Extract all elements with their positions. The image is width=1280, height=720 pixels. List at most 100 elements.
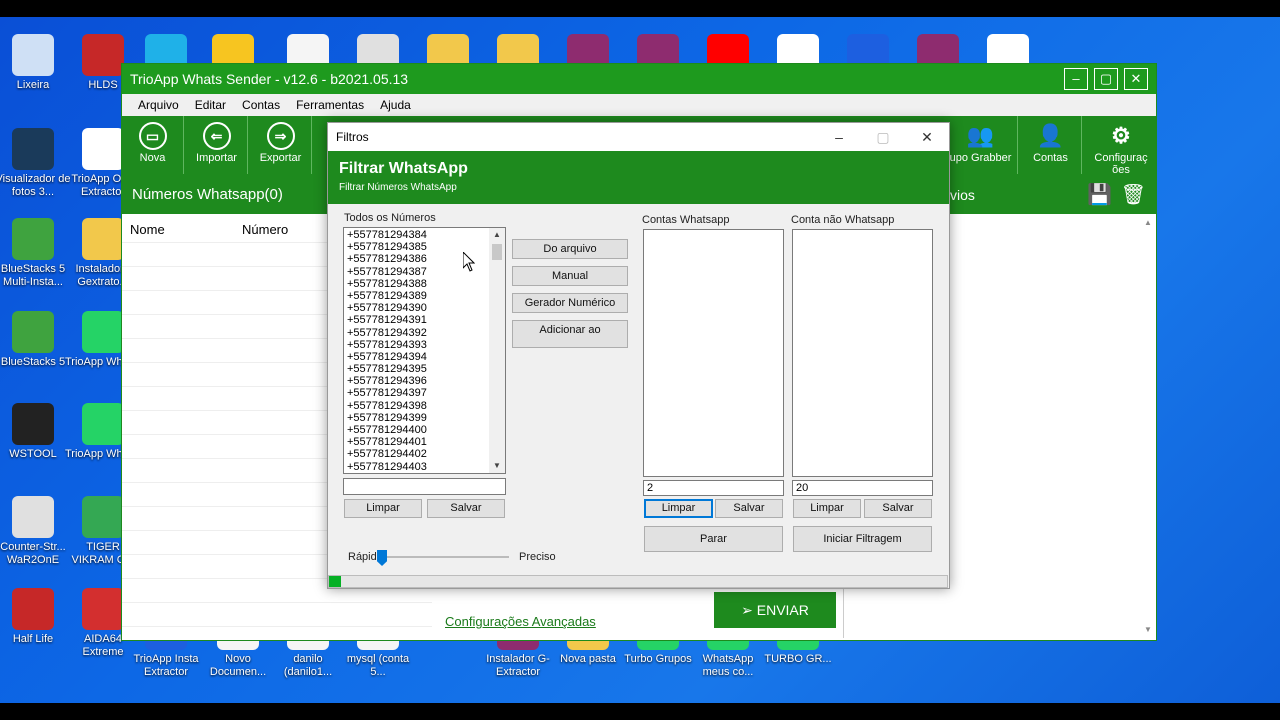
all-numbers-list[interactable]: +557781294384 +557781294385 +557781294386 +…: [343, 227, 506, 474]
olx-icon: [82, 128, 124, 170]
limpar-non-whatsapp-button[interactable]: Limpar: [793, 499, 861, 518]
gerador-numerico-button[interactable]: Gerador Numérico: [512, 293, 628, 313]
number-list-item[interactable]: +557781294391: [344, 314, 505, 326]
new-file-icon: ▭: [138, 122, 167, 150]
advanced-settings-link[interactable]: Configurações Avançadas: [445, 614, 596, 629]
desktop-icon-label: Counter-Str... WaR2OnE: [0, 541, 66, 566]
add-user-icon: 👤: [1036, 123, 1065, 148]
number-list-item[interactable]: +557781294386: [344, 253, 505, 265]
grupo-grabber-button[interactable]: 👥 upo Grabber: [944, 116, 1018, 174]
desktop-icon-label: BlueStacks 5 Multi-Insta...: [0, 263, 66, 288]
configuracoes-button[interactable]: ⚙ Configuraç ões: [1086, 116, 1156, 176]
exportar-button[interactable]: ⇒ Exportar: [250, 116, 312, 174]
dialog-header-subtitle: Filtrar Números WhatsApp: [339, 182, 457, 193]
desktop-icon[interactable]: BlueStacks 5 Multi-Insta...: [0, 218, 72, 289]
desktop-icon[interactable]: Lixeira: [0, 34, 72, 92]
desktop-icon[interactable]: WSTOOL: [0, 403, 72, 461]
whatsapp-accounts-list[interactable]: [643, 229, 784, 477]
iniciar-filtragem-button[interactable]: Iniciar Filtragem: [793, 526, 932, 552]
scroll-down-icon[interactable]: ▼: [1142, 625, 1154, 634]
manual-button[interactable]: Manual: [512, 266, 628, 286]
number-list-item[interactable]: +557781294395: [344, 363, 505, 375]
minimize-button[interactable]: –: [1064, 68, 1088, 90]
do-arquivo-button[interactable]: Do arquivo: [512, 239, 628, 259]
desktop-icon-label: Nova pasta: [560, 653, 616, 665]
close-button[interactable]: ✕: [1124, 68, 1148, 90]
col-nome[interactable]: Nome: [130, 222, 165, 237]
number-list-item[interactable]: +557781294401: [344, 436, 505, 448]
non-whatsapp-list[interactable]: [792, 229, 933, 477]
contas-button[interactable]: 👤 Contas: [1020, 116, 1082, 174]
desktop-icon-label: danilo (danilo1...: [283, 653, 333, 678]
number-list-item[interactable]: +557781294400: [344, 424, 505, 436]
number-list-item[interactable]: +557781294392: [344, 327, 505, 339]
maximize-button[interactable]: ▢: [1094, 68, 1118, 90]
dialog-close-button[interactable]: ✕: [905, 123, 949, 151]
menu-editar[interactable]: Editar: [187, 98, 234, 112]
number-list-item[interactable]: +557781294403: [344, 461, 505, 473]
number-list-item[interactable]: +557781294388: [344, 278, 505, 290]
dialog-title-bar: Filtros – ▢ ✕: [328, 123, 949, 151]
number-list-item[interactable]: +557781294385: [344, 241, 505, 253]
app-title: TrioApp Whats Sender - v12.6 - b2021.05.…: [130, 71, 409, 87]
number-list-item[interactable]: +557781294398: [344, 400, 505, 412]
all-numbers-count-field[interactable]: [343, 478, 506, 495]
non-whatsapp-label: Conta não Whatsapp: [791, 214, 895, 226]
import-icon: ⇐: [202, 122, 231, 150]
number-list-item[interactable]: +557781294389: [344, 290, 505, 302]
menu-ajuda[interactable]: Ajuda: [372, 98, 419, 112]
save-icon[interactable]: 💾: [1087, 176, 1112, 214]
non-whatsapp-count-field[interactable]: 20: [792, 480, 933, 496]
whatsapp-count-field[interactable]: 2: [643, 480, 784, 496]
nova-label: Nova: [139, 152, 166, 164]
desktop-icon[interactable]: Half Life: [0, 588, 72, 646]
dialog-maximize-button[interactable]: ▢: [861, 123, 905, 151]
contas-label: Contas: [1033, 152, 1068, 164]
scroll-up-icon[interactable]: ▲: [489, 228, 505, 242]
message-scrollbar[interactable]: ▲ ▼: [1142, 218, 1154, 634]
scroll-up-icon[interactable]: ▲: [1142, 218, 1154, 227]
col-numero[interactable]: Número: [242, 222, 288, 237]
number-list-item[interactable]: +557781294396: [344, 375, 505, 387]
filter-progress-fill: [329, 576, 342, 587]
all-numbers-scrollbar[interactable]: ▲ ▼: [489, 228, 505, 473]
salvar-all-button[interactable]: Salvar: [427, 499, 505, 518]
parar-button[interactable]: Parar: [644, 526, 783, 552]
speed-slider-track[interactable]: [383, 556, 509, 558]
send-label: ENVIAR: [756, 602, 809, 618]
number-list-item[interactable]: +557781294384: [344, 229, 505, 241]
limpar-all-button[interactable]: Limpar: [344, 499, 422, 518]
trash-icon[interactable]: 🗑: [1121, 176, 1146, 214]
desktop-icon-label: Novo Documen...: [209, 653, 267, 678]
limpar-whatsapp-button[interactable]: Limpar: [644, 499, 713, 518]
menu-arquivo[interactable]: Arquivo: [130, 98, 187, 112]
importar-button[interactable]: ⇐ Importar: [186, 116, 248, 174]
scroll-thumb[interactable]: [492, 244, 502, 260]
number-list-item[interactable]: +557781294390: [344, 302, 505, 314]
number-list-item[interactable]: +557781294387: [344, 266, 505, 278]
folder-icon: [82, 218, 124, 260]
nova-button[interactable]: ▭ Nova: [122, 116, 184, 174]
gear-icon: ⚙: [1111, 123, 1131, 148]
right-header-label: vios: [950, 187, 975, 203]
desktop-icon[interactable]: Visualizador de fotos 3...: [0, 128, 72, 199]
menu-contas[interactable]: Contas: [234, 98, 288, 112]
wstool-icon: [12, 403, 54, 445]
desktop-icon[interactable]: Counter-Str... WaR2OnE: [0, 496, 72, 567]
send-button[interactable]: ➢ ENVIAR: [714, 592, 836, 628]
dialog-minimize-button[interactable]: –: [817, 123, 861, 151]
number-list-item[interactable]: +557781294402: [344, 448, 505, 460]
number-list-item[interactable]: +557781294394: [344, 351, 505, 363]
number-list-item[interactable]: +557781294393: [344, 339, 505, 351]
scroll-down-icon[interactable]: ▼: [489, 459, 505, 473]
desktop-icon[interactable]: BlueStacks 5: [0, 311, 72, 369]
adicionar-ao-button[interactable]: Adicionar ao: [512, 320, 628, 348]
salvar-non-whatsapp-button[interactable]: Salvar: [864, 499, 932, 518]
menu-ferramentas[interactable]: Ferramentas: [288, 98, 372, 112]
number-list-item[interactable]: +557781294399: [344, 412, 505, 424]
desktop-icon-label: Visualizador de fotos 3...: [0, 173, 71, 198]
salvar-whatsapp-button[interactable]: Salvar: [715, 499, 783, 518]
number-list-item[interactable]: +557781294397: [344, 387, 505, 399]
half-life-icon: [12, 588, 54, 630]
desktop-icon-label: TrioApp Insta Extractor: [133, 653, 199, 678]
